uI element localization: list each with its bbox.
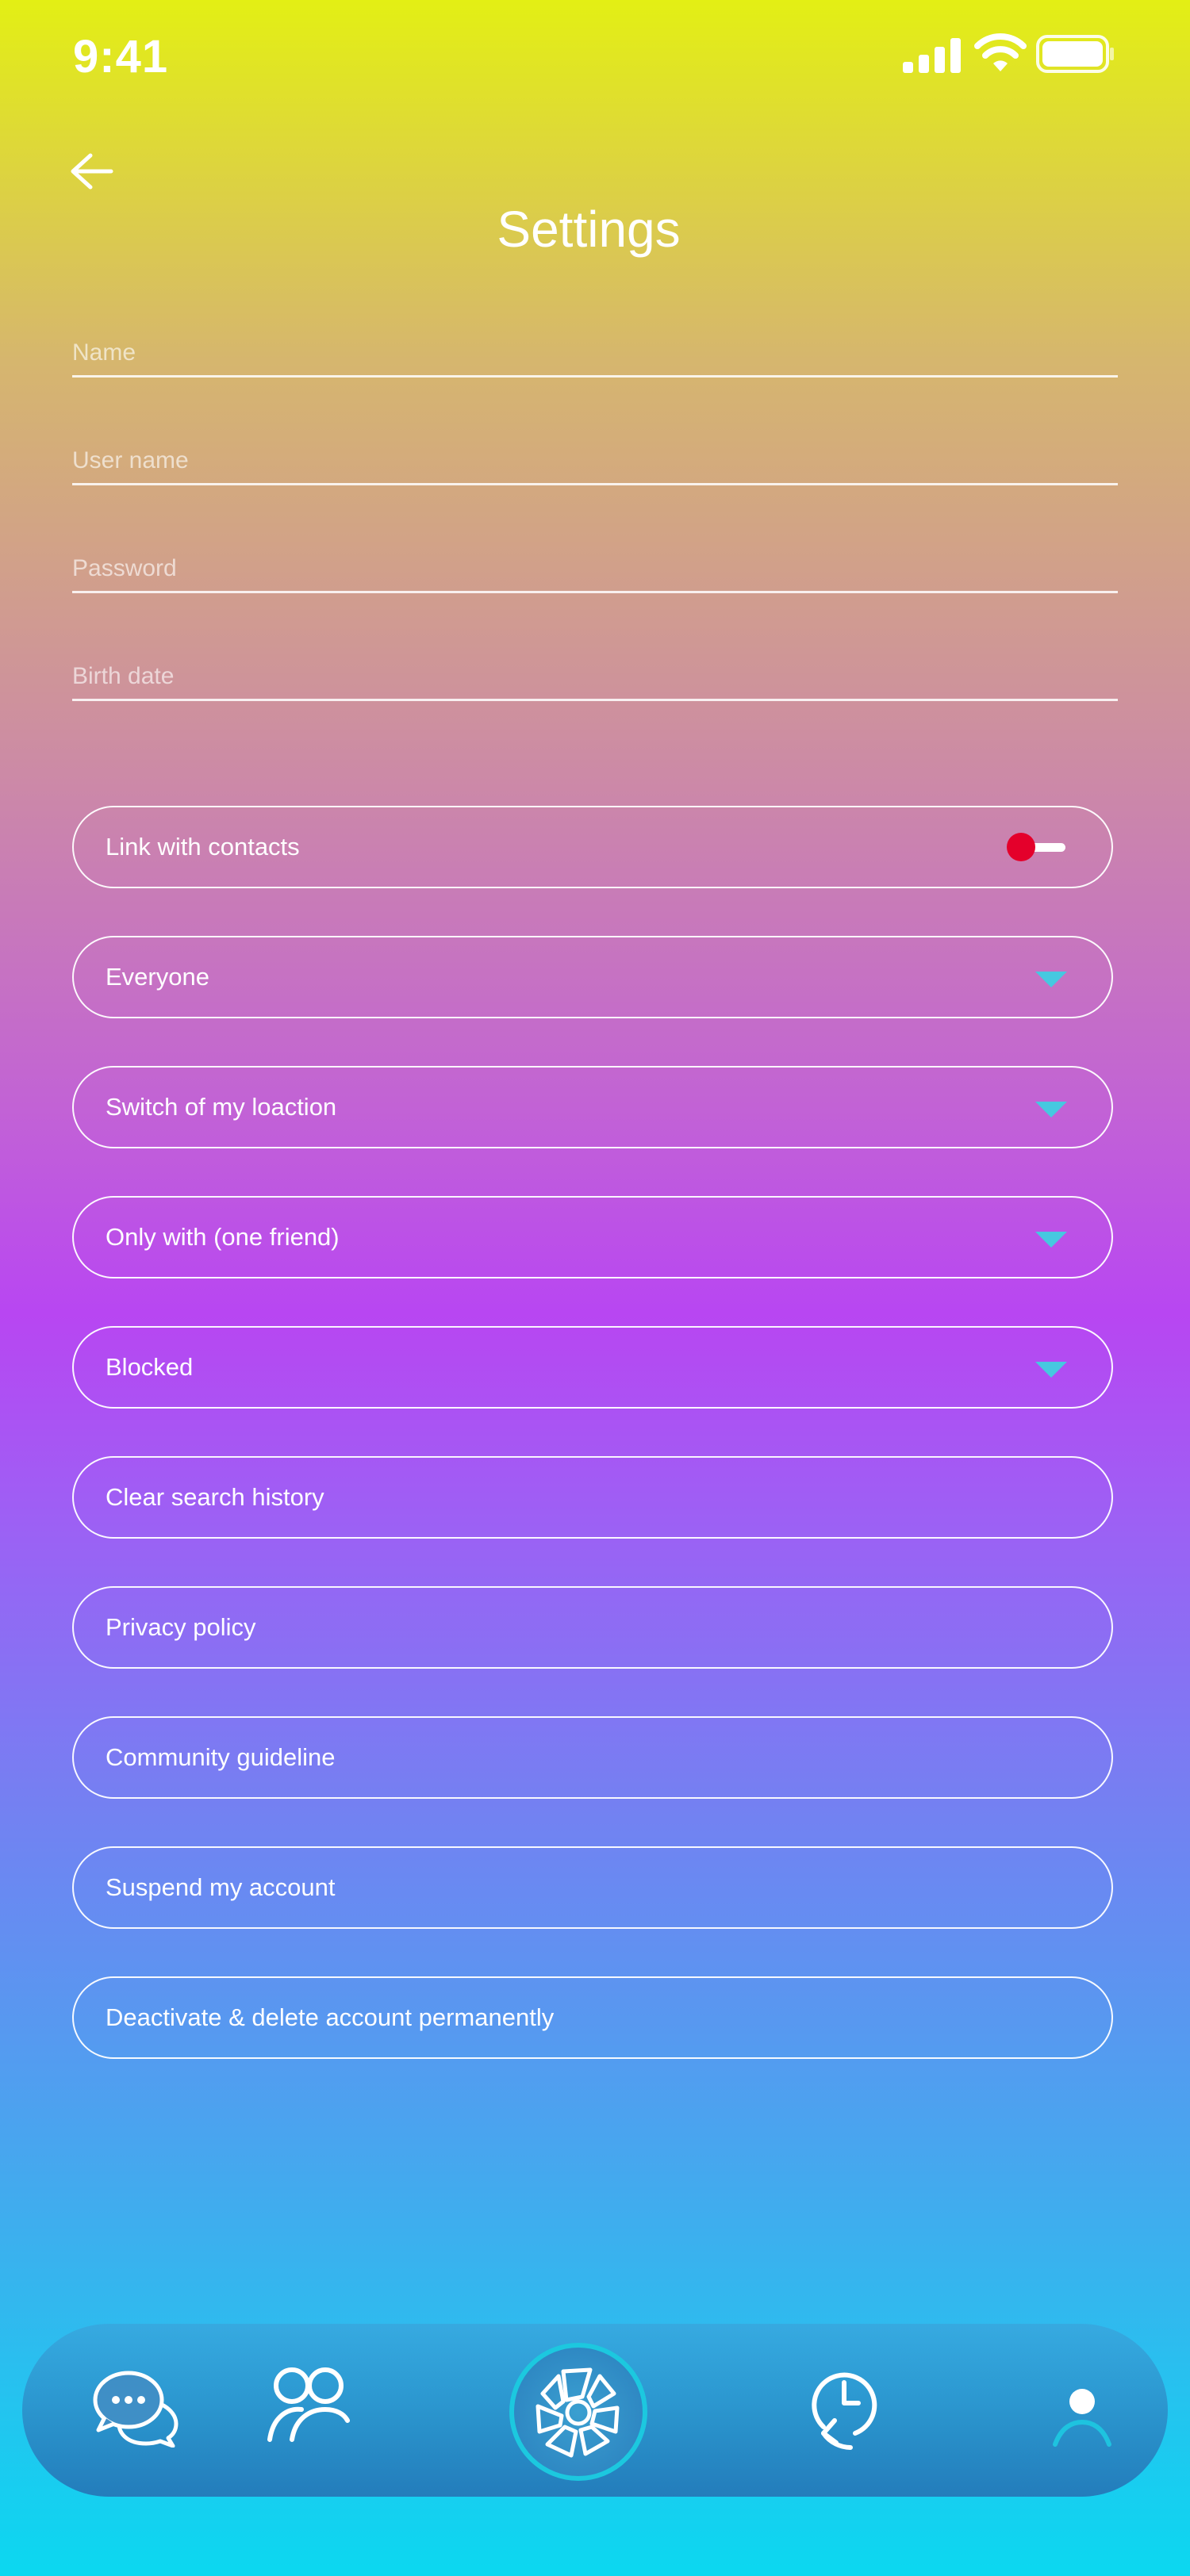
- clear-search-history-button[interactable]: Clear search history: [72, 1456, 1113, 1539]
- chevron-down-icon: [1035, 972, 1067, 987]
- chevron-down-icon: [1035, 1232, 1067, 1248]
- setting-label: Clear search history: [106, 1483, 324, 1511]
- page-title: Settings: [497, 201, 681, 258]
- setting-label: Only with (one friend): [106, 1223, 340, 1251]
- password-input[interactable]: [72, 538, 1118, 591]
- bottom-tab-bar: [22, 2324, 1168, 2497]
- community-guideline-button[interactable]: Community guideline: [72, 1716, 1113, 1799]
- history-clock-icon[interactable]: [806, 2365, 882, 2452]
- friends-icon[interactable]: [265, 2362, 352, 2444]
- link-contacts-toggle[interactable]: [1007, 831, 1067, 863]
- status-time: 9:41: [73, 31, 169, 82]
- wifi-icon: [974, 33, 1027, 71]
- name-field[interactable]: [72, 322, 1118, 378]
- location-dropdown[interactable]: Switch of my loaction: [72, 1066, 1113, 1148]
- delete-account-button[interactable]: Deactivate & delete account permanently: [72, 1976, 1113, 2059]
- blocked-dropdown[interactable]: Blocked: [72, 1326, 1113, 1409]
- name-input[interactable]: [72, 322, 1118, 375]
- link-with-contacts-row[interactable]: Link with contacts: [72, 806, 1113, 888]
- suspend-account-button[interactable]: Suspend my account: [72, 1846, 1113, 1929]
- setting-label: Suspend my account: [106, 1873, 336, 1901]
- birth-date-input[interactable]: [72, 646, 1118, 699]
- privacy-policy-button[interactable]: Privacy policy: [72, 1586, 1113, 1669]
- share-with-dropdown[interactable]: Only with (one friend): [72, 1196, 1113, 1278]
- toggle-knob: [1007, 833, 1035, 861]
- profile-icon[interactable]: [1050, 2384, 1114, 2448]
- cellular-signal-icon: [903, 38, 961, 73]
- back-arrow-icon[interactable]: [67, 151, 114, 192]
- battery-icon: [1036, 35, 1114, 73]
- visibility-dropdown[interactable]: Everyone: [72, 936, 1113, 1018]
- status-bar: 9:41: [0, 0, 1190, 119]
- setting-label: Community guideline: [106, 1743, 336, 1771]
- chevron-down-icon: [1035, 1102, 1067, 1117]
- camera-shutter-icon: [536, 2367, 620, 2458]
- password-field[interactable]: [72, 538, 1118, 593]
- setting-label: Blocked: [106, 1353, 194, 1381]
- chevron-down-icon: [1035, 1362, 1067, 1378]
- username-input[interactable]: [72, 430, 1118, 483]
- setting-label: Privacy policy: [106, 1613, 256, 1641]
- username-field[interactable]: [72, 430, 1118, 485]
- setting-label: Link with contacts: [106, 833, 300, 861]
- setting-label: Everyone: [106, 963, 209, 991]
- setting-label: Switch of my loaction: [106, 1093, 337, 1121]
- setting-label: Deactivate & delete account permanently: [106, 2003, 555, 2031]
- chat-bubbles-icon[interactable]: [92, 2368, 181, 2448]
- birth-date-field[interactable]: [72, 646, 1118, 701]
- camera-shutter-button[interactable]: [509, 2343, 647, 2481]
